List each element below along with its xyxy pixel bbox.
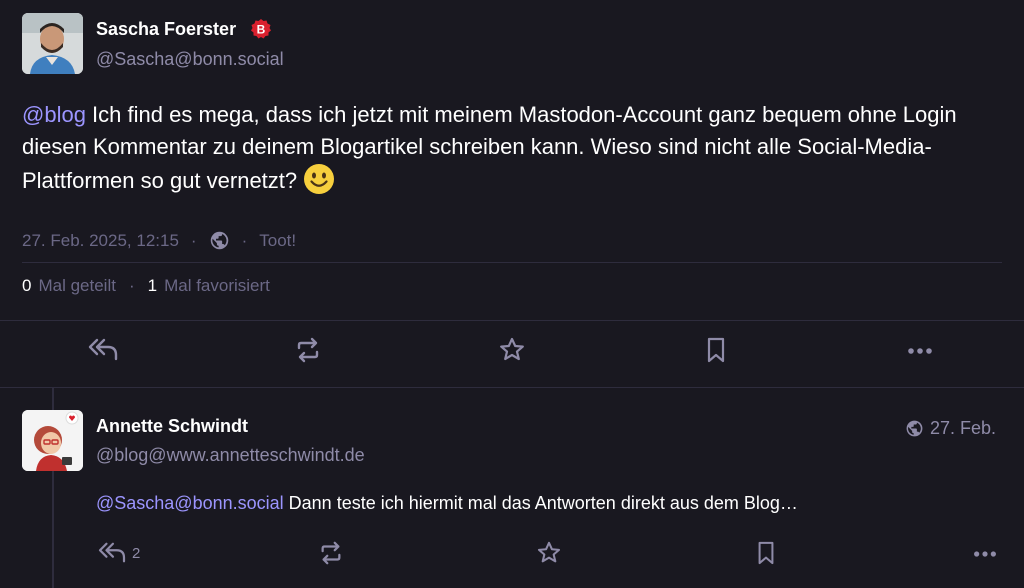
bookmark-button[interactable] [704,336,728,364]
globe-icon [905,419,924,438]
reply-reply-button[interactable]: 2 [98,541,140,565]
svg-text:B: B [257,23,266,37]
author-handle[interactable]: @Sascha@bonn.social [96,49,284,70]
globe-icon [209,230,230,251]
reply-meta[interactable]: 27. Feb. [905,418,996,439]
author-avatar[interactable] [22,13,83,74]
reply-text: Dann teste ich hiermit mal das Antworten… [283,493,798,513]
reply-date[interactable]: 27. Feb. [930,418,996,439]
smile-emoji-icon [303,163,335,195]
reply-content: @Sascha@bonn.social Dann teste ich hierm… [96,493,996,514]
post-content: @blog Ich find es mega, dass ich jetzt m… [22,99,1002,197]
mention-link[interactable]: @blog [22,102,86,127]
server-badge-icon: B [250,18,272,40]
stats-divider [22,262,1002,263]
reply-count: 2 [132,544,141,562]
actions-divider-top [0,320,1024,321]
post-stats: 0 Mal geteilt · 1 Mal favorisiert [22,276,270,296]
more-horizontal-icon [974,551,996,557]
reply-all-icon [88,338,118,361]
author-name[interactable]: Sascha Foerster [96,19,236,40]
favourite-button[interactable] [498,336,526,364]
meta-separator: · [190,230,197,250]
reply-author-handle[interactable]: @blog@www.annetteschwindt.de [96,445,365,466]
reply-button[interactable] [88,337,118,363]
boost-count: 0 [22,276,32,295]
favourite-count: 1 [147,276,158,295]
star-icon [500,337,524,361]
reply-mention-link[interactable]: @Sascha@bonn.social [96,493,284,513]
reply-author-avatar[interactable] [22,410,83,471]
boost-button[interactable] [294,336,322,364]
reply-author-name[interactable]: Annette Schwindt [96,416,248,437]
bookmark-icon [758,541,774,565]
reply-more-button[interactable] [972,549,998,559]
post-app: Toot! [259,230,297,250]
reply-favourite-button[interactable] [536,540,562,566]
stats-separator: · [128,276,135,295]
post-text: Ich find es mega, dass ich jetzt mit mei… [22,102,957,193]
more-horizontal-icon [908,348,932,354]
post-meta: 27. Feb. 2025, 12:15 · · Toot! [22,230,296,251]
reply-bookmark-button[interactable] [755,540,777,566]
favourite-label[interactable]: Mal favorisiert [164,276,270,296]
star-icon [537,541,561,563]
more-button[interactable] [906,346,934,356]
boost-label[interactable]: Mal geteilt [38,276,115,296]
repeat-icon [321,541,341,565]
reply-boost-button[interactable] [318,540,344,566]
bookmark-icon [707,337,725,363]
actions-divider-bottom [0,387,1024,388]
meta-separator: · [241,230,248,250]
repeat-icon [297,337,319,363]
post-date[interactable]: 27. Feb. 2025, 12:15 [22,231,179,251]
reply-all-icon [98,542,126,563]
